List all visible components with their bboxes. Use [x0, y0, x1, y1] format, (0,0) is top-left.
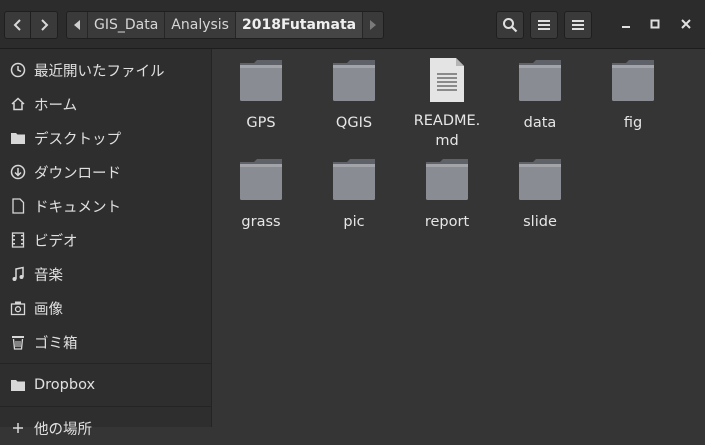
- chevron-left-icon: [13, 19, 21, 31]
- folder-icon: [519, 60, 561, 101]
- path-segment-analysis[interactable]: Analysis: [165, 12, 236, 38]
- file-name-line-2: md: [435, 133, 459, 149]
- file-name-line-1: README.: [413, 113, 481, 129]
- search-button[interactable]: [496, 11, 524, 39]
- trash-icon: [8, 333, 28, 351]
- file-name: GPS: [246, 115, 276, 131]
- folder-icon: [519, 159, 561, 200]
- maximize-icon: [650, 19, 660, 29]
- file-name: QGIS: [335, 115, 373, 131]
- sidebar-item-label: ダウンロード: [34, 165, 121, 182]
- plus-icon: [8, 419, 28, 437]
- folder-icon: [8, 376, 28, 394]
- file-view: GPS QGIS README. md data fig grass pic re…: [212, 49, 705, 427]
- file-item-fig[interactable]: fig: [587, 59, 679, 133]
- recent-icon: [8, 61, 28, 79]
- sidebar-item-music[interactable]: 音楽: [0, 257, 211, 291]
- document-icon: [8, 197, 28, 215]
- file-item-slide[interactable]: slide: [494, 158, 586, 232]
- sidebar-item-trash[interactable]: ゴミ箱: [0, 325, 211, 359]
- menu-button[interactable]: [564, 11, 592, 39]
- path-segment-current[interactable]: 2018Futamata: [235, 12, 364, 38]
- file-item-pic[interactable]: pic: [308, 158, 400, 232]
- sidebar-item-desktop[interactable]: デスクトップ: [0, 121, 211, 155]
- sidebar-item-label: ビデオ: [34, 233, 78, 250]
- file-item-data[interactable]: data: [494, 59, 586, 133]
- path-segment-gis-data[interactable]: GIS_Data: [88, 12, 166, 38]
- sidebar-item-label: Dropbox: [34, 377, 96, 393]
- file-item-gps[interactable]: GPS: [215, 59, 307, 133]
- file-name: pic: [343, 214, 365, 230]
- music-icon: [8, 265, 28, 283]
- minimize-button[interactable]: [614, 12, 638, 36]
- path-scroll-right-button[interactable]: [363, 12, 384, 38]
- folder-icon: [333, 159, 375, 200]
- header-bar: GIS_Data Analysis 2018Futamata: [0, 0, 705, 49]
- path-bar: GIS_Data Analysis 2018Futamata: [66, 11, 385, 39]
- list-view-icon: [538, 20, 550, 30]
- folder-icon: [426, 159, 468, 200]
- minimize-icon: [622, 26, 630, 28]
- folder-icon: [240, 60, 282, 101]
- file-name: grass: [241, 214, 281, 230]
- sidebar-item-documents[interactable]: ドキュメント: [0, 189, 211, 223]
- file-name: slide: [523, 214, 557, 230]
- back-button[interactable]: [4, 11, 31, 39]
- view-list-button[interactable]: [530, 11, 558, 39]
- download-icon: [8, 163, 28, 181]
- sidebar-item-label: ドキュメント: [34, 199, 121, 216]
- hamburger-menu-icon: [572, 20, 584, 30]
- home-icon: [8, 95, 28, 113]
- sidebar-item-recent[interactable]: 最近開いたファイル: [0, 53, 211, 87]
- folder-icon: [333, 60, 375, 101]
- sidebar-item-label: ゴミ箱: [34, 335, 78, 352]
- navigation-buttons: [4, 11, 59, 39]
- sidebar-item-other-locations[interactable]: 他の場所: [0, 411, 211, 445]
- file-item-report[interactable]: report: [401, 158, 493, 232]
- maximize-button[interactable]: [643, 12, 667, 36]
- chevron-right-icon: [41, 19, 49, 31]
- picture-icon: [8, 299, 28, 317]
- file-name: data: [523, 115, 557, 131]
- file-name: report: [424, 214, 470, 230]
- sidebar-item-label: 他の場所: [34, 421, 92, 438]
- sidebar-item-downloads[interactable]: ダウンロード: [0, 155, 211, 189]
- sidebar: 最近開いたファイル ホーム デスクトップ ダウンロード ドキュメント ビデオ 音…: [0, 49, 212, 438]
- folder-icon: [612, 60, 654, 101]
- triangle-right-icon: [370, 20, 377, 30]
- sidebar-item-dropbox[interactable]: Dropbox: [0, 368, 211, 402]
- sidebar-item-label: ホーム: [34, 97, 78, 114]
- file-name: fig: [623, 115, 643, 131]
- sidebar-item-videos[interactable]: ビデオ: [0, 223, 211, 257]
- search-icon: [503, 18, 518, 33]
- sidebar-separator: [0, 406, 211, 407]
- sidebar-item-pictures[interactable]: 画像: [0, 291, 211, 325]
- sidebar-separator: [0, 363, 211, 364]
- close-button[interactable]: [674, 12, 698, 36]
- file-item-qgis[interactable]: QGIS: [308, 59, 400, 133]
- sidebar-item-label: 画像: [34, 301, 63, 318]
- video-icon: [8, 231, 28, 249]
- file-item-readme[interactable]: README. md: [401, 57, 493, 151]
- close-icon: [681, 19, 691, 29]
- sidebar-item-home[interactable]: ホーム: [0, 87, 211, 121]
- file-name: README. md: [401, 111, 493, 151]
- triangle-left-icon: [74, 20, 80, 30]
- path-scroll-left-button[interactable]: [67, 12, 88, 38]
- sidebar-item-label: 音楽: [34, 267, 63, 284]
- desktop-folder-icon: [8, 129, 28, 147]
- text-file-icon: [430, 58, 464, 102]
- file-item-grass[interactable]: grass: [215, 158, 307, 232]
- sidebar-item-label: デスクトップ: [34, 131, 121, 148]
- forward-button[interactable]: [31, 11, 58, 39]
- folder-icon: [240, 159, 282, 200]
- sidebar-item-label: 最近開いたファイル: [34, 63, 165, 80]
